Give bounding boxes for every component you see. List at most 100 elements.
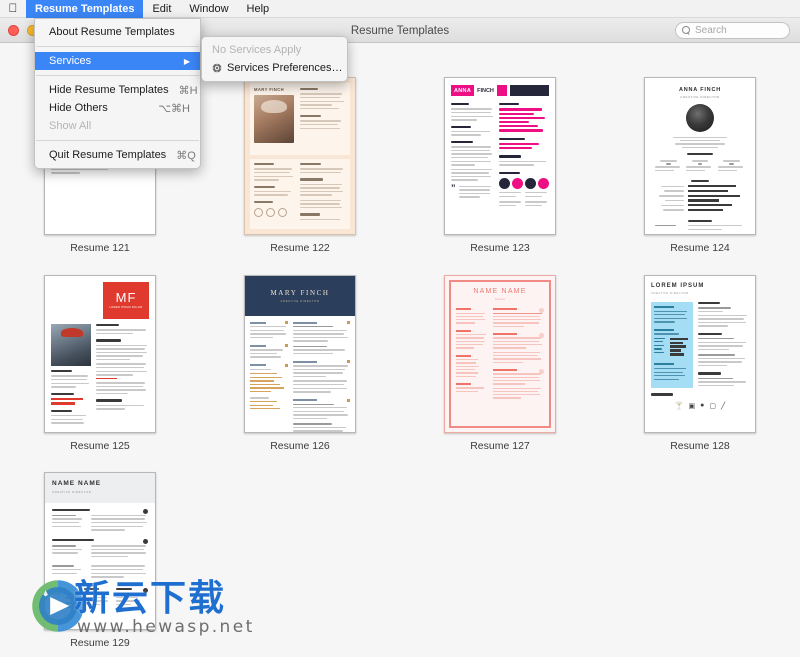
section-icon-experience: [143, 538, 148, 544]
cocktail-icon: 🍸: [674, 402, 684, 410]
template-item-128[interactable]: LOREM IPSUM CREATIVE DIRECTOR 🍸 ▣ ● ▢ ╱ …: [620, 275, 780, 452]
template-label-125: Resume 125: [70, 440, 130, 452]
menu-item-hide-others-shortcut: ⌥⌘H: [158, 102, 190, 115]
template-heading-124: ANNA FINCH: [678, 87, 721, 93]
template-item-122[interactable]: MARY FINCH Resume 122: [220, 77, 380, 254]
search-field[interactable]: [675, 22, 790, 39]
template-heading-125: MF: [115, 290, 137, 305]
template-subheading-129: CREATIVE DIRECTOR: [52, 489, 92, 494]
menu-edit[interactable]: Edit: [143, 0, 180, 18]
menu-item-hide-others-label: Hide Others: [49, 102, 108, 114]
social-icon-3: [278, 208, 287, 218]
donut-3: [525, 178, 536, 190]
template-label-128: Resume 128: [670, 440, 730, 452]
menu-item-about[interactable]: About Resume Templates: [35, 23, 200, 41]
template-label-127: Resume 127: [470, 440, 530, 452]
menu-help-label: Help: [246, 2, 270, 15]
gear-icon: [212, 63, 222, 73]
template-label-121: Resume 121: [70, 242, 130, 254]
template-label-123: Resume 123: [470, 242, 530, 254]
template-label-122: Resume 122: [270, 242, 330, 254]
menu-separator: [36, 140, 199, 141]
menu-item-about-label: About Resume Templates: [49, 26, 175, 38]
template-subheading-125: LOREM IPSUM DOLOR: [109, 306, 143, 309]
skill-donut-charts: [499, 178, 549, 190]
submenu-item-services-preferences-label: Services Preferences…: [227, 62, 343, 74]
services-submenu[interactable]: No Services Apply Services Preferences…: [201, 36, 348, 82]
template-thumbnail-124[interactable]: ANNA FINCH CREATIVE DIRECTOR: [644, 77, 756, 235]
template-heading-123: ANNA: [451, 85, 475, 96]
search-input[interactable]: [695, 25, 783, 36]
gray-header-band: NAME NAME CREATIVE DIRECTOR: [45, 473, 155, 503]
template-item-127[interactable]: NAME NAME Resume Resume 127: [420, 275, 580, 452]
template-heading-126: MARY FINCH: [270, 289, 330, 298]
template-thumbnail-126[interactable]: MARY FINCH CREATIVE DIRECTOR: [244, 275, 356, 433]
template-heading-127: NAME NAME: [473, 288, 527, 295]
portrait-photo: [51, 324, 91, 366]
template-thumbnail-125[interactable]: MF LOREM IPSUM DOLOR: [44, 275, 156, 433]
menu-window-label: Window: [189, 2, 229, 15]
section-icon-3: [539, 368, 544, 374]
camera-icon: ▣: [688, 402, 696, 410]
template-item-129[interactable]: NAME NAME CREATIVE DIRECTOR Resume 129: [20, 472, 180, 649]
template-thumbnail-122[interactable]: MARY FINCH: [244, 77, 356, 235]
template-heading-129: NAME NAME: [52, 480, 102, 487]
template-thumbnail-127[interactable]: NAME NAME Resume: [444, 275, 556, 433]
section-icon-1: [539, 308, 544, 313]
application-menu-dropdown[interactable]: About Resume Templates Services ▶ Hide R…: [34, 18, 201, 169]
menu-help[interactable]: Help: [238, 0, 279, 18]
template-thumbnail-128[interactable]: LOREM IPSUM CREATIVE DIRECTOR 🍸 ▣ ● ▢ ╱: [644, 275, 756, 433]
menu-item-show-all-label: Show All: [49, 120, 92, 132]
template-item-126[interactable]: MARY FINCH CREATIVE DIRECTOR Resume 126: [220, 275, 380, 452]
pencil-icon: ╱: [720, 402, 726, 410]
menu-resume-templates-label: Resume Templates: [35, 2, 135, 15]
apple-logo-icon[interactable]: : [0, 2, 26, 15]
template-heading-128: LOREM IPSUM: [651, 283, 705, 289]
menu-item-hide-app-label: Hide Resume Templates: [49, 84, 169, 96]
menu-item-quit-label: Quit Resume Templates: [49, 149, 167, 161]
menu-separator: [36, 75, 199, 76]
submenu-item-services-preferences[interactable]: Services Preferences…: [202, 59, 347, 77]
submenu-arrow-icon: ▶: [183, 56, 190, 66]
template-thumbnail-129[interactable]: NAME NAME CREATIVE DIRECTOR: [44, 472, 156, 630]
menu-window[interactable]: Window: [180, 0, 237, 18]
navy-header-band: MARY FINCH CREATIVE DIRECTOR: [245, 276, 355, 316]
navy-contact-bar: [509, 85, 549, 96]
menu-item-quit[interactable]: Quit Resume Templates ⌘Q: [35, 146, 200, 164]
pink-accent-box: [496, 85, 507, 96]
template-item-125[interactable]: MF LOREM IPSUM DOLOR Resume 125: [20, 275, 180, 452]
search-icon: [682, 26, 691, 35]
menu-item-quit-shortcut: ⌘Q: [176, 149, 196, 162]
menu-item-hide-others[interactable]: Hide Others ⌥⌘H: [35, 99, 200, 117]
portrait-photo: [686, 103, 714, 132]
template-label-124: Resume 124: [670, 242, 730, 254]
social-icons: [254, 208, 296, 218]
template-item-123[interactable]: ANNA FINCH ” Resume 123: [420, 77, 580, 254]
menu-item-services-label: Services: [49, 55, 92, 67]
submenu-item-no-services-label: No Services Apply: [212, 44, 302, 56]
template-heading-122: MARY FINCH: [254, 87, 285, 92]
submenu-item-no-services: No Services Apply: [202, 41, 347, 59]
donut-2: [512, 178, 523, 190]
macos-menu-bar:  Resume Templates Edit Window Help: [0, 0, 800, 18]
cyan-sidebar: [651, 302, 693, 389]
menu-item-hide-app-shortcut: ⌘H: [178, 84, 198, 97]
menu-resume-templates[interactable]: Resume Templates: [26, 0, 144, 18]
quote-mark-icon: ”: [451, 182, 456, 193]
template-subheading-127: Resume: [494, 297, 506, 301]
section-icon-skills: [143, 587, 148, 593]
template-subheading-128: CREATIVE DIRECTOR: [651, 291, 689, 295]
menu-item-hide-app[interactable]: Hide Resume Templates ⌘H: [35, 81, 200, 99]
template-thumbnail-123[interactable]: ANNA FINCH ”: [444, 77, 556, 235]
menu-item-services[interactable]: Services ▶: [35, 52, 200, 70]
monogram-box: MF LOREM IPSUM DOLOR: [103, 282, 149, 319]
template-item-124[interactable]: ANNA FINCH CREATIVE DIRECTOR Resume 124: [620, 77, 780, 254]
template-subheading-126: CREATIVE DIRECTOR: [280, 299, 320, 303]
portrait-photo: [254, 95, 294, 143]
template-subheading-123: FINCH: [477, 87, 494, 94]
social-icon-1: [254, 208, 263, 218]
menu-edit-label: Edit: [152, 2, 172, 15]
template-label-129: Resume 129: [70, 637, 130, 649]
hobby-icons: 🍸 ▣ ● ▢ ╱: [651, 402, 749, 410]
donut-4: [538, 178, 549, 190]
